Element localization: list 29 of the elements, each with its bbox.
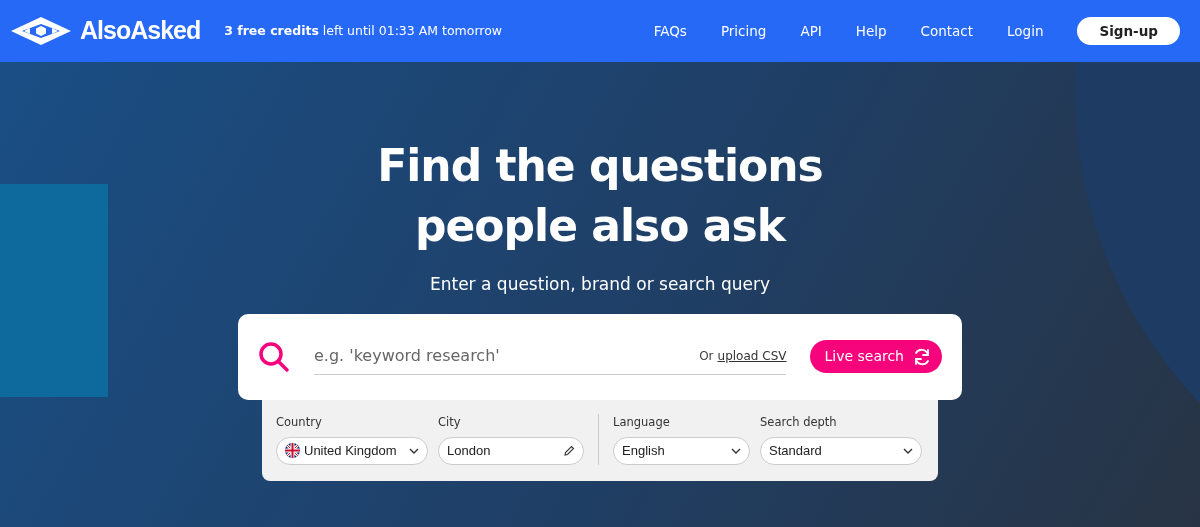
refresh-icon [912,346,932,367]
nav-link[interactable]: Help [855,20,887,42]
nav-link[interactable]: Login [1007,20,1044,42]
dropdown[interactable]: Standard [760,436,922,465]
field-label: City [438,413,462,431]
nav-link[interactable]: API [800,20,822,42]
credits-notice: 3 free credits left until 01:33 AM tomorrow [224,21,503,40]
nav-link[interactable]: Contact [920,20,974,42]
hero-subtitle: Enter a question, brand or search query [430,273,770,296]
search-icon [258,340,290,373]
field-label: Country [276,413,323,431]
upload-prefix: Or [699,348,714,365]
text-field[interactable]: London [438,436,584,465]
signup-button[interactable]: Sign-up [1077,16,1180,46]
chevron-down-icon [731,447,741,454]
nav-link[interactable]: FAQs [653,20,687,42]
logo-text: AlsoAsked [80,15,201,47]
pencil-icon [563,444,575,457]
nav-link[interactable]: Pricing [720,20,767,42]
upload-csv-link[interactable]: upload CSV [717,347,787,365]
field-label: Search depth [760,413,838,431]
hero-title: Find the questions people also ask [376,139,824,253]
logo-icon [10,16,72,46]
chevron-down-icon [409,447,419,454]
dropdown[interactable]: United Kingdom [276,436,428,465]
field-label: Language [613,413,671,431]
dropdown[interactable]: English [613,436,750,465]
chevron-down-icon [903,447,913,454]
live-search-button[interactable]: Live search [810,340,942,373]
